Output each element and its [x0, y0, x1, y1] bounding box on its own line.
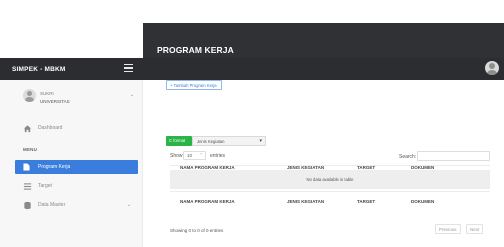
sidebar-item-label: Data Master [38, 202, 66, 208]
column-footer-dokumen: DOKUMEN [411, 199, 435, 204]
search-input[interactable] [417, 151, 490, 161]
sidebar-menu-heading: MENU [23, 147, 38, 152]
entries-per-page-value: 10 [187, 153, 193, 158]
menu-toggle-icon[interactable] [124, 64, 133, 73]
sidebar-item-label: Program Kerja [38, 164, 71, 170]
table-footer-divider [170, 191, 490, 192]
top-navbar [0, 58, 504, 80]
entries-label: entries [210, 153, 226, 159]
next-page-button[interactable]: Next [466, 224, 484, 234]
file-icon [23, 163, 30, 171]
entries-per-page-select[interactable]: 10 ⌃ [183, 151, 206, 160]
caret-down-icon: ▾ [259, 138, 262, 144]
table-info: Showing 0 to 0 of 0 entries [170, 228, 224, 233]
program-kerja-card [162, 80, 490, 247]
sidebar-item-program-kerja[interactable]: Program Kerja [15, 160, 138, 174]
database-icon [24, 201, 31, 210]
filter-value: Jenis Kegiatan [197, 139, 225, 144]
user-avatar-icon [23, 89, 36, 102]
add-program-button[interactable]: + Tambah Program Kerja [166, 80, 222, 90]
sidebar-item-label: Dashboard [38, 125, 63, 131]
export-button[interactable]: C format [166, 136, 192, 146]
table-header-divider [170, 165, 490, 166]
page-title: PROGRAM KERJA [157, 45, 234, 55]
column-footer-jenis: JENIS KEGIATAN [287, 199, 325, 204]
sidebar-item-label: Target [38, 183, 52, 189]
column-footer-nama: NAMA PROGRAM KERJA [180, 199, 235, 204]
sidebar-item-data-master[interactable]: Data Master ⌄ [23, 200, 138, 213]
user-role: UNIVERSITAS [40, 99, 70, 104]
home-icon [23, 125, 32, 133]
previous-page-button[interactable]: Previous [435, 224, 461, 234]
caret-down-icon: ⌃ [199, 152, 203, 157]
top-margin [0, 0, 504, 23]
column-footer-target: TARGET [357, 199, 376, 204]
sidebar-item-dashboard[interactable]: Dashboard [23, 123, 138, 136]
sidebar-item-target[interactable]: Target [23, 181, 138, 194]
chevron-down-icon: ⌄ [127, 202, 132, 208]
app-brand[interactable]: SIMPEK - MBKM [12, 66, 66, 73]
search-label: Search: [399, 154, 417, 160]
table-empty-message: No data available in table [306, 177, 354, 182]
chevron-down-icon: ⌄ [130, 92, 135, 98]
sidebar-user-profile[interactable]: SUKRI UNIVERSITAS ⌄ [23, 87, 138, 113]
show-label: Show [170, 153, 183, 159]
user-avatar-icon[interactable] [485, 61, 499, 75]
list-icon [23, 183, 32, 190]
user-name: SUKRI [40, 91, 54, 96]
jenis-kegiatan-filter[interactable]: Jenis Kegiatan ▾ [192, 136, 266, 146]
